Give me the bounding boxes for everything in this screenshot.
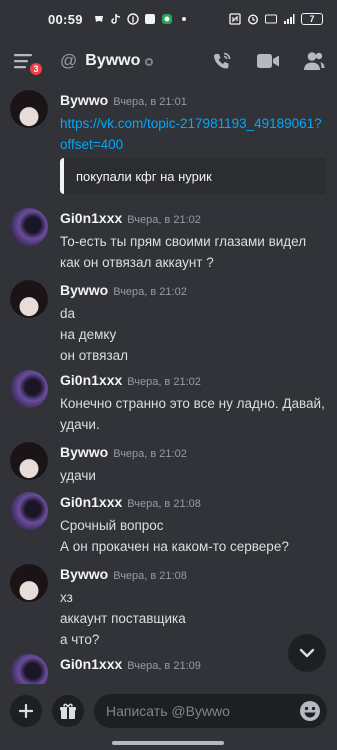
message-author-row: Bywwo Вчера, в 21:08 xyxy=(60,566,187,582)
voice-call-button[interactable] xyxy=(211,50,233,72)
add-attachment-button[interactable] xyxy=(10,695,42,727)
message-line: а что? xyxy=(60,632,100,647)
avatar[interactable] xyxy=(10,564,48,602)
message-content: удачи xyxy=(60,465,326,486)
message-author-row: Bywwo Вчера, в 21:02 xyxy=(60,282,187,298)
notification-icons xyxy=(93,13,190,25)
author-name[interactable]: Gi0n1xxx xyxy=(60,210,122,226)
message-line: удачи xyxy=(60,468,96,483)
avatar[interactable] xyxy=(10,280,48,318)
dot-notification-icon xyxy=(181,17,186,21)
author-name[interactable]: Gi0n1xxx xyxy=(60,656,122,672)
pinterest-notification-icon xyxy=(127,13,139,25)
message-input[interactable] xyxy=(94,694,327,728)
app2-notification-icon xyxy=(161,14,172,24)
message-timestamp: Вчера, в 21:02 xyxy=(113,448,187,460)
video-call-button[interactable] xyxy=(257,50,279,72)
author-name[interactable]: Bywwo xyxy=(60,282,108,298)
members-button[interactable] xyxy=(303,50,325,72)
members-icon xyxy=(304,52,325,70)
emoji-icon xyxy=(300,701,320,721)
message-timestamp: Вчера, в 21:08 xyxy=(127,498,201,510)
embed-title: покупали кфг на нурик xyxy=(76,168,212,184)
app-notification-icon xyxy=(144,14,155,24)
gift-icon xyxy=(60,703,76,719)
message-line: он отвязал xyxy=(60,348,129,363)
message-content: Конечно странно это все ну ладно. Давай,… xyxy=(60,393,326,435)
discord-notification-icon xyxy=(94,16,103,22)
status-time: 00:59 xyxy=(48,11,83,27)
status-bar: 00:59 7 xyxy=(0,0,337,38)
system-icons: 7 xyxy=(229,13,323,25)
message-author-row: Gi0n1xxx Вчера, в 21:09 xyxy=(60,656,201,672)
message-content: da на демку он отвязал xyxy=(60,303,326,366)
message-content: Срочный вопрос А он прокачен на каком-то… xyxy=(60,515,326,557)
avatar[interactable] xyxy=(10,654,48,684)
message-composer xyxy=(0,688,337,734)
message-link[interactable]: https://vk.com/topic-217981193_49189061?… xyxy=(60,113,326,155)
message-timestamp: Вчера, в 21:01 xyxy=(113,96,187,108)
video-camera-icon xyxy=(257,54,279,68)
message-line: Срочный вопрос xyxy=(60,518,164,533)
avatar[interactable] xyxy=(10,208,48,246)
nfc-icon xyxy=(229,13,241,25)
message-author-row: Bywwo Вчера, в 21:02 xyxy=(60,444,187,460)
unread-badge: 3 xyxy=(28,61,44,77)
message-timestamp: Вчера, в 21:09 xyxy=(127,660,201,672)
emoji-button[interactable] xyxy=(299,700,321,722)
message-line: Конечно странно это все ну ладно. Давай,… xyxy=(60,396,325,432)
message-content: https://vk.com/topic-217981193_49189061?… xyxy=(60,113,326,155)
channel-header: 3 @ Bywwo xyxy=(0,38,337,84)
header-actions xyxy=(211,50,325,72)
plus-icon xyxy=(19,704,33,718)
message-timestamp: Вчера, в 21:08 xyxy=(113,570,187,582)
phone-icon xyxy=(214,52,231,69)
author-name[interactable]: Gi0n1xxx xyxy=(60,494,122,510)
message-content: То-есть ты прям своими глазами видел как… xyxy=(60,231,326,273)
message-author-row: Gi0n1xxx Вчера, в 21:08 xyxy=(60,494,201,510)
message-line: То-есть ты прям своими глазами видел как… xyxy=(60,234,307,270)
message-author-row: Gi0n1xxx Вчера, в 21:02 xyxy=(60,210,201,226)
signal-icon xyxy=(284,14,295,24)
volte-icon xyxy=(265,14,277,24)
avatar[interactable] xyxy=(10,492,48,530)
link-embed[interactable]: покупали кфг на нурик xyxy=(60,158,326,194)
message-line: на демку xyxy=(60,327,117,342)
message-line: da xyxy=(60,306,76,321)
message-timestamp: Вчера, в 21:02 xyxy=(113,286,187,298)
menu-button[interactable]: 3 xyxy=(14,48,44,77)
message-timestamp: Вчера, в 21:02 xyxy=(127,376,201,388)
message-line: аккаунт поставщика xyxy=(60,611,186,626)
battery-indicator: 7 xyxy=(301,13,323,25)
message-author-row: Bywwo Вчера, в 21:01 xyxy=(60,92,187,108)
chevron-down-icon xyxy=(299,648,315,658)
message-line: А он прокачен на каком-то сервере? xyxy=(60,539,289,554)
avatar[interactable] xyxy=(10,90,48,128)
tiktok-notification-icon xyxy=(111,13,120,24)
app-window: 00:59 7 3 @ Bywwo Bywwo Вчера, в 21:01 h… xyxy=(0,0,337,750)
author-name[interactable]: Gi0n1xxx xyxy=(60,372,122,388)
avatar[interactable] xyxy=(10,442,48,480)
message-list[interactable]: Bywwo Вчера, в 21:01 https://vk.com/topic… xyxy=(0,84,337,684)
alarm-icon xyxy=(247,14,259,25)
jump-to-present-button[interactable] xyxy=(288,634,326,672)
gesture-navigation-bar[interactable] xyxy=(112,741,224,745)
author-name[interactable]: Bywwo xyxy=(60,566,108,582)
message-timestamp: Вчера, в 21:02 xyxy=(127,214,201,226)
dm-title[interactable]: Bywwo xyxy=(85,52,140,70)
author-name[interactable]: Bywwo xyxy=(60,92,108,108)
gift-button[interactable] xyxy=(52,695,84,727)
at-icon: @ xyxy=(60,51,78,70)
author-name[interactable]: Bywwo xyxy=(60,444,108,460)
offline-status-icon xyxy=(145,58,154,66)
message-content: хз аккаунт поставщика а что? xyxy=(60,587,326,650)
message-line: хз xyxy=(60,590,73,605)
message-author-row: Gi0n1xxx Вчера, в 21:02 xyxy=(60,372,201,388)
avatar[interactable] xyxy=(10,370,48,408)
